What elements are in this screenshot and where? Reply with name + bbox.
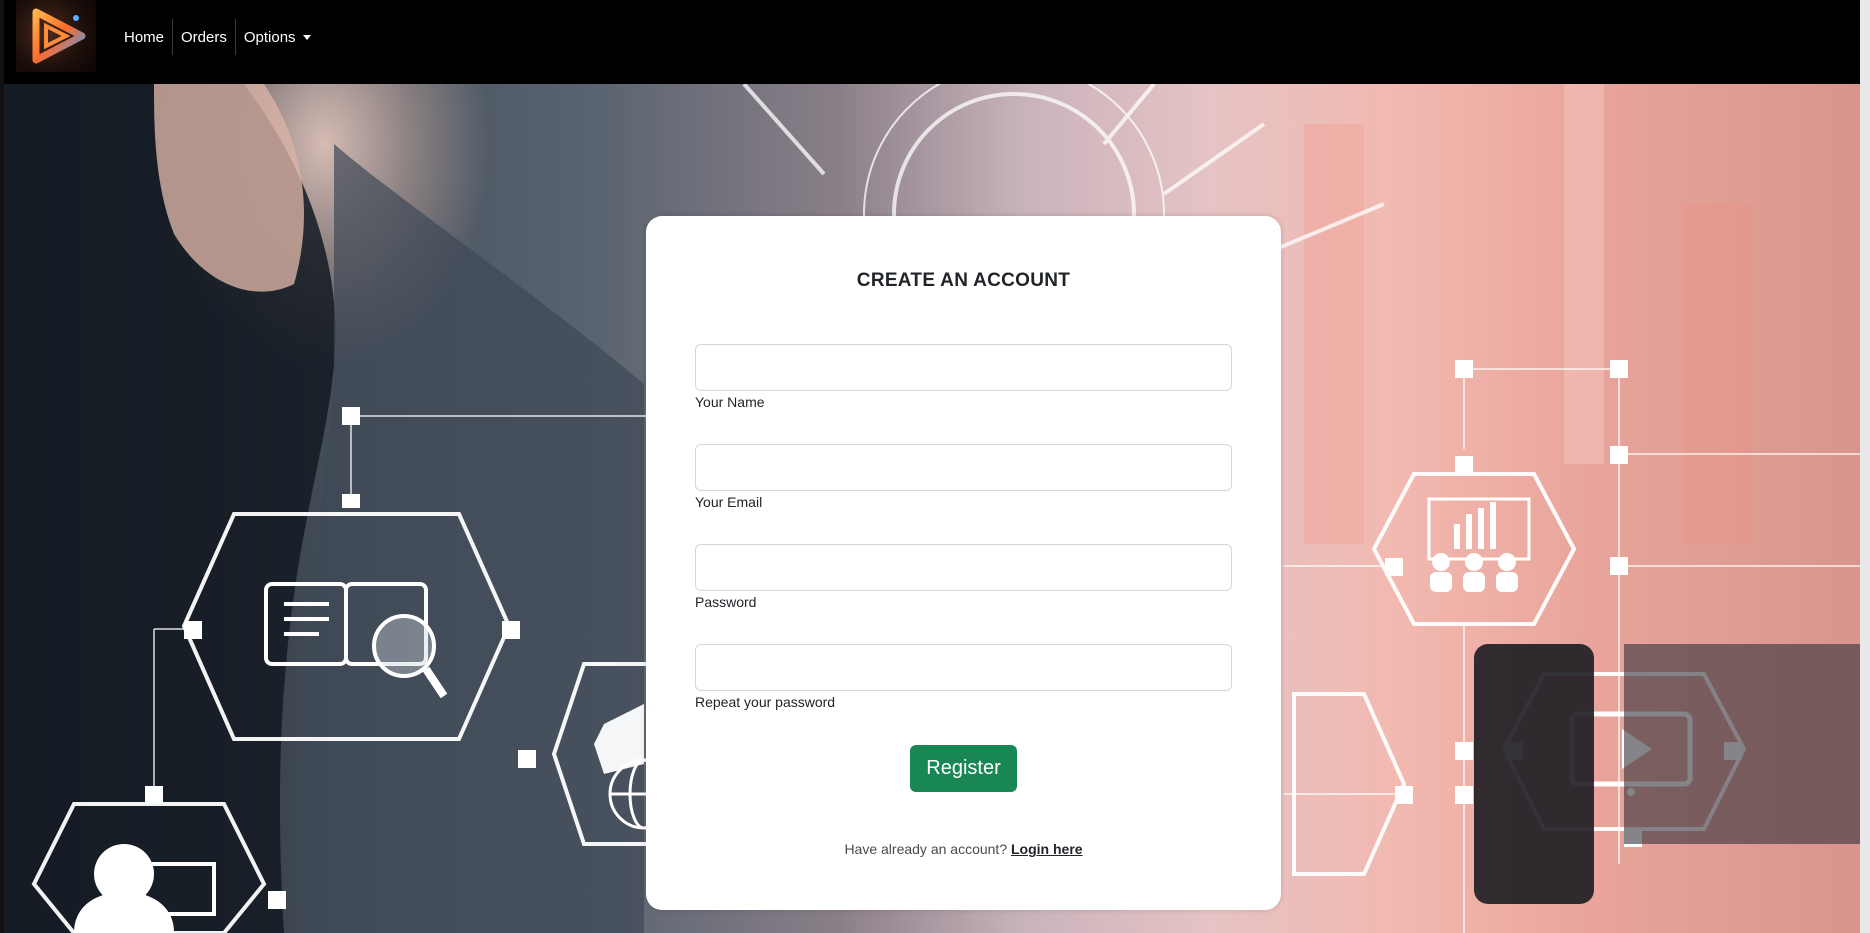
name-label: Your Name	[695, 394, 765, 410]
window-scrollbar[interactable]	[1860, 0, 1870, 933]
name-input[interactable]	[695, 344, 1232, 391]
nav-item-options-dropdown[interactable]: Options	[236, 22, 319, 52]
login-prompt: Have already an account? Login here	[646, 841, 1281, 857]
repeat-password-input[interactable]	[695, 644, 1232, 691]
email-label: Your Email	[695, 494, 763, 510]
presentation-team-icon	[1427, 497, 1531, 592]
nav-item-orders[interactable]: Orders	[173, 22, 235, 52]
nav-item-home[interactable]: Home	[116, 22, 172, 52]
repeat-password-field-group: Repeat your password	[695, 644, 1232, 710]
top-navbar: Home Orders Options	[4, 0, 1860, 84]
form-title: CREATE AN ACCOUNT	[856, 270, 1071, 291]
email-field-group: Your Email	[695, 444, 1232, 510]
login-prompt-text: Have already an account?	[844, 841, 1008, 857]
brand-logo-icon[interactable]	[16, 0, 96, 72]
page: Home Orders Options CREATE AN ACCOUNT Yo…	[0, 0, 1860, 933]
nav-item-label: Home	[124, 28, 165, 46]
nav-item-label: Orders	[181, 28, 227, 46]
register-button[interactable]: Register	[910, 745, 1017, 792]
register-card: CREATE AN ACCOUNT Your Name Your Email P…	[646, 216, 1281, 910]
chevron-down-icon	[302, 34, 311, 40]
name-field-group: Your Name	[695, 344, 1232, 410]
email-input[interactable]	[695, 444, 1232, 491]
password-label: Password	[695, 594, 757, 610]
password-field-group: Password	[695, 544, 1232, 610]
password-input[interactable]	[695, 544, 1232, 591]
repeat-password-label: Repeat your password	[695, 694, 836, 710]
nav-links: Home Orders Options	[116, 19, 319, 55]
nav-item-label: Options	[243, 28, 296, 46]
login-link[interactable]: Login here	[1011, 841, 1083, 857]
